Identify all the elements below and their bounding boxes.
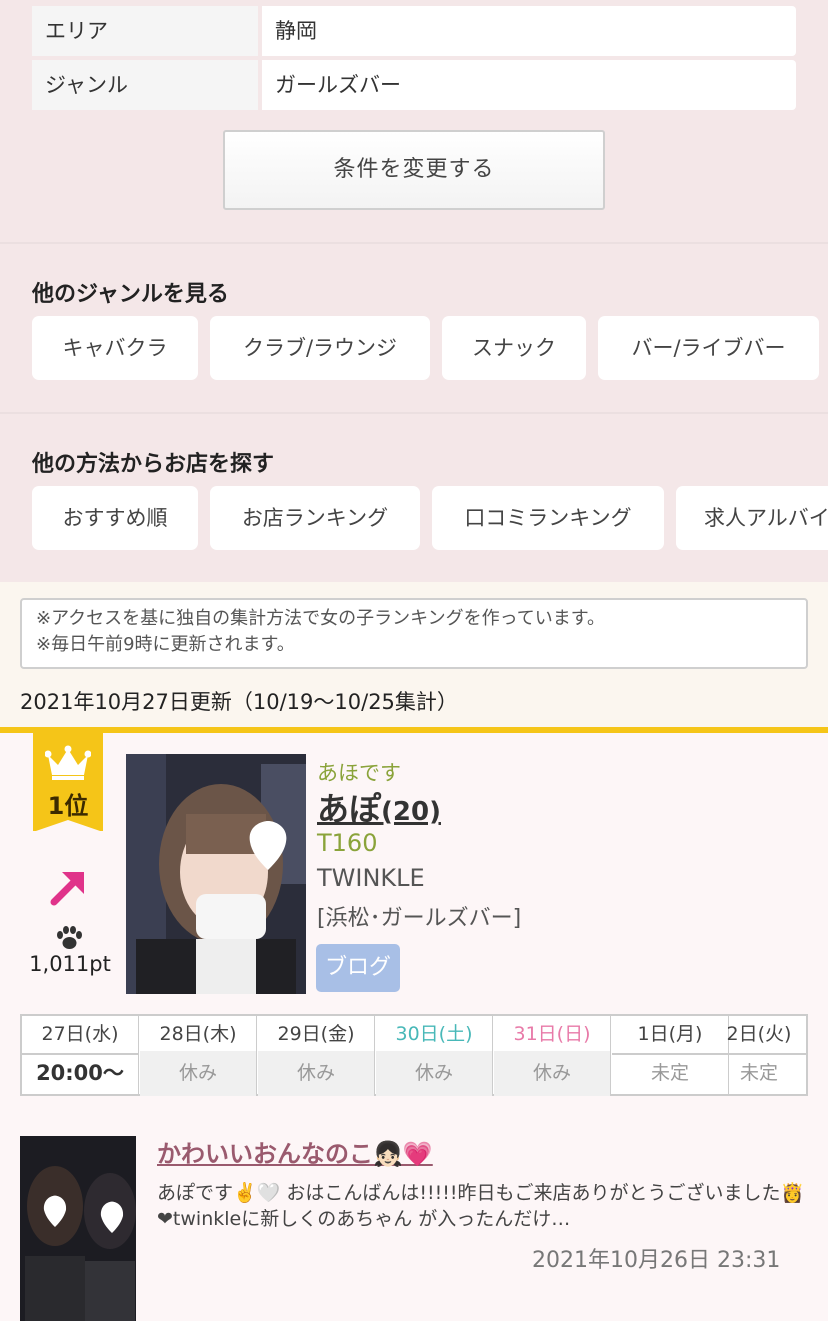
girl-name: あぽ: [317, 790, 382, 828]
ranking-notice: ※アクセスを基に独自の集計方法で女の子ランキングを作っています。 ※毎日午前9時…: [0, 582, 828, 728]
genre-chip-snack[interactable]: スナック: [442, 316, 586, 380]
schedule-date-saturday: 30日(土): [376, 1016, 493, 1055]
condition-row-genre: ジャンル ガールズバー: [32, 60, 796, 110]
method-chip-review-ranking[interactable]: 口コミランキング: [432, 486, 664, 550]
girl-photo[interactable]: [126, 754, 306, 994]
section-title: 他のジャンルを見る: [32, 282, 229, 307]
genre-chip-cabaret[interactable]: キャバクラ: [32, 316, 198, 380]
notice-box: ※アクセスを基に独自の集計方法で女の子ランキングを作っています。 ※毎日午前9時…: [20, 598, 808, 669]
change-conditions-button[interactable]: 条件を変更する: [223, 130, 605, 210]
trend-up-arrow-icon: [50, 872, 84, 906]
section-title: 他の方法からお店を探す: [32, 452, 275, 477]
genre-chip-club-lounge[interactable]: クラブ/ラウンジ: [210, 316, 430, 380]
condition-label: エリア: [32, 6, 258, 56]
girl-height: T160: [317, 829, 378, 857]
ranking-points: 1,011pt: [29, 952, 111, 976]
updated-date: 2021年10月27日更新（10/19〜10/25集計）: [20, 690, 458, 714]
blog-thumbnail-image: [20, 1136, 136, 1321]
crown-icon: [45, 745, 91, 780]
girl-name-link[interactable]: あぽ(20): [317, 784, 441, 830]
method-chip-jobs[interactable]: 求人アルバイ: [676, 486, 828, 550]
other-methods-section: 他の方法からお店を探す おすすめ順 お店ランキング 口コミランキング 求人アルバ…: [0, 414, 828, 582]
schedule-date: 27日(水): [22, 1016, 139, 1055]
schedule-date: 2日(火): [710, 1016, 808, 1055]
condition-label: ジャンル: [32, 60, 258, 110]
schedule-status: 休み: [494, 1051, 611, 1096]
condition-value: ガールズバー: [262, 60, 796, 110]
rank-number: 1位: [47, 792, 89, 820]
blog-title-link[interactable]: かわいいおんなのこ👧🏻💗: [157, 1134, 433, 1169]
schedule-status: 休み: [376, 1051, 493, 1096]
schedule-date: 29日(金): [258, 1016, 375, 1055]
area-genre: [浜松･ガールズバー]: [317, 906, 522, 931]
schedule-status: 休み: [140, 1051, 257, 1096]
schedule-status: 休み: [258, 1051, 375, 1096]
girl-photo-image: [126, 754, 306, 994]
condition-value: 静岡: [262, 6, 796, 56]
schedule-status: 20:00〜: [22, 1051, 139, 1096]
condition-row-area: エリア 静岡: [32, 6, 796, 56]
notice-line: ※アクセスを基に独自の集計方法で女の子ランキングを作っています。: [36, 608, 605, 629]
blog-excerpt: あぽです✌️🤍 おはこんばんは!!!!!昨日もご来店ありがとうございました👸 ❤…: [157, 1182, 805, 1230]
schedule-status: 未定: [739, 1062, 778, 1084]
blog-thumbnail[interactable]: [20, 1136, 136, 1321]
schedule-table: 27日(水) 28日(木) 29日(金) 30日(土) 31日(日) 1日(月)…: [20, 1014, 808, 1096]
search-conditions: エリア 静岡 ジャンル ガールズバー 条件を変更する: [0, 0, 828, 243]
blog-date: 2021年10月26日 23:31: [532, 1248, 781, 1273]
method-chip-shop-ranking[interactable]: お店ランキング: [210, 486, 420, 550]
other-genres-section: 他のジャンルを見る キャバクラ クラブ/ラウンジ スナック バー/ライブバー: [0, 244, 828, 412]
girl-age: (20): [381, 797, 441, 827]
schedule-date-sunday: 31日(日): [494, 1016, 611, 1055]
method-chip-recommended[interactable]: おすすめ順: [32, 486, 198, 550]
shop-name: TWINKLE: [317, 864, 425, 892]
genre-chip-bar[interactable]: バー/ライブバー: [598, 316, 819, 380]
blog-button[interactable]: ブログ: [316, 944, 400, 992]
name-reading: あほです: [317, 761, 401, 785]
notice-line: ※毎日午前9時に更新されます。: [36, 634, 295, 655]
schedule-date: 28日(木): [140, 1016, 257, 1055]
paw-icon: [57, 926, 82, 949]
